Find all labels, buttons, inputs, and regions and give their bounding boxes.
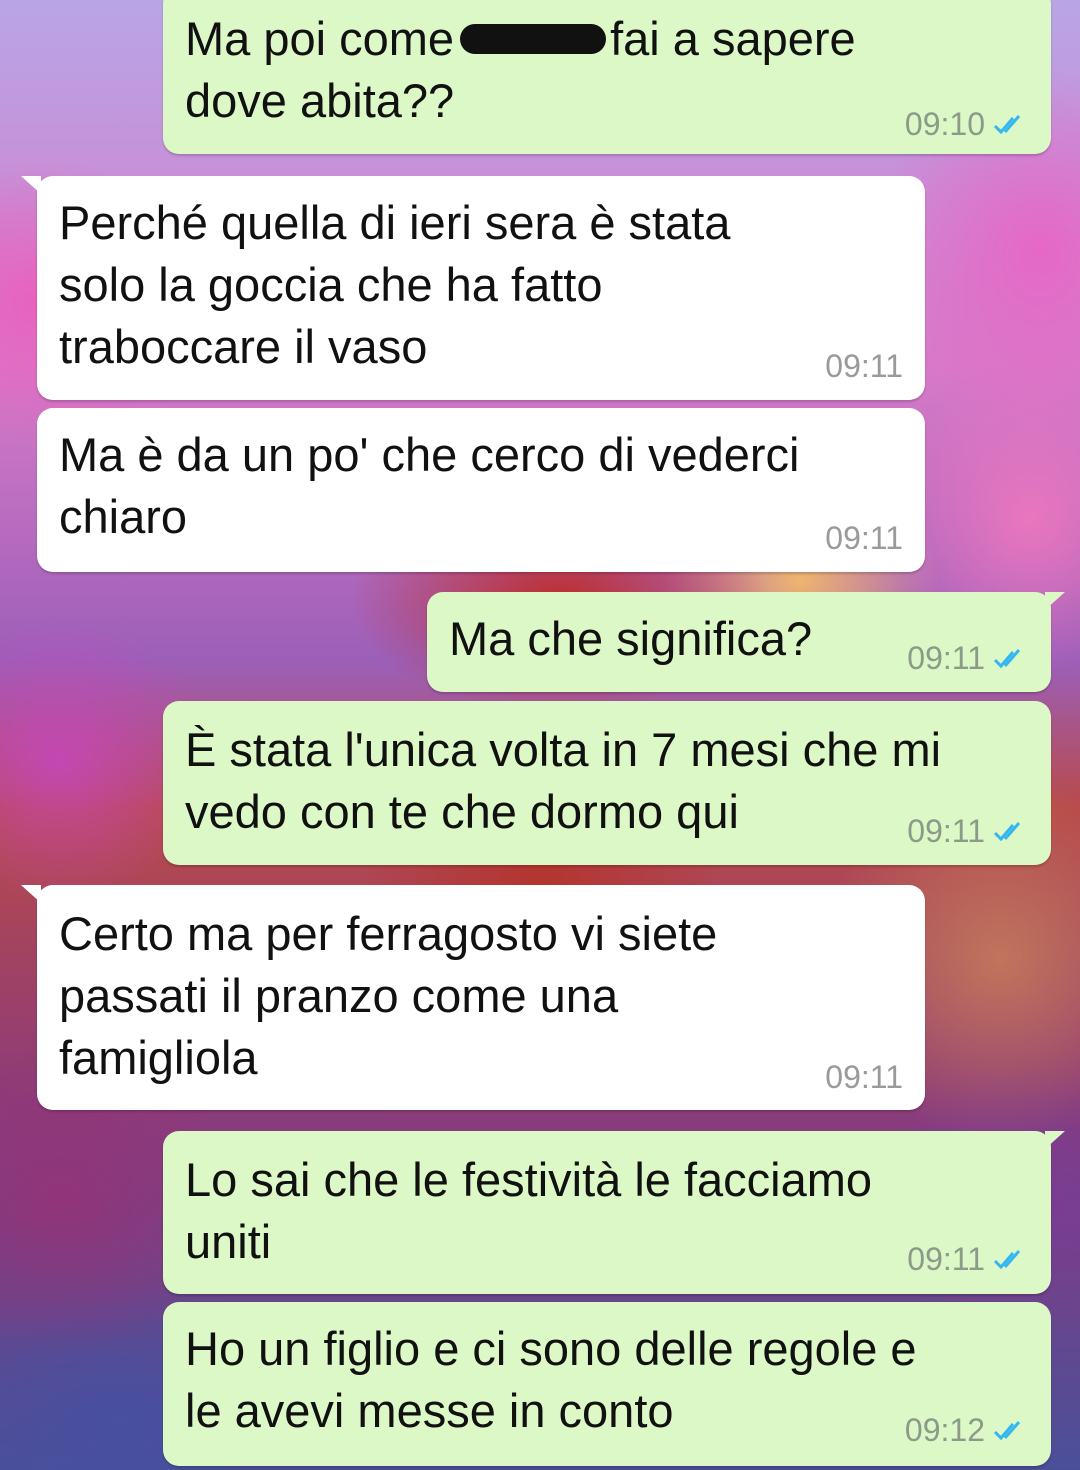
outgoing-message-bubble[interactable]: È stata l'unica volta in 7 mesi che mi v… xyxy=(163,701,1051,865)
message-meta: 09:11 xyxy=(907,1241,1029,1277)
incoming-message-bubble[interactable]: Ma è da un po' che cerco di vederci chia… xyxy=(37,408,925,572)
message-time: 09:11 xyxy=(907,640,985,676)
message-text: Lo sai che le festività le facciamo unit… xyxy=(185,1153,873,1268)
double-check-read-icon xyxy=(993,649,1021,669)
message-text: Ma che significa? xyxy=(449,612,813,665)
message-text: Certo ma per ferragosto vi siete passati… xyxy=(59,907,718,1084)
message-list[interactable]: Ma poi come fai a sapere dove abita?? 09:… xyxy=(0,0,1080,1470)
double-check-read-icon xyxy=(993,822,1021,842)
double-check-read-icon xyxy=(993,1421,1021,1441)
message-text: Ho un figlio e ci sono delle regole e le… xyxy=(185,1322,917,1437)
message-time: 09:12 xyxy=(904,1412,985,1448)
message-time: 09:10 xyxy=(904,106,985,142)
double-check-read-icon xyxy=(993,1250,1021,1270)
message-time: 09:11 xyxy=(825,1059,903,1095)
redaction-blot xyxy=(460,23,607,54)
message-meta: 09:12 xyxy=(905,1412,1029,1448)
message-text: Ma poi come fai a sapere xyxy=(185,8,856,70)
message-time: 09:11 xyxy=(907,1241,985,1277)
message-meta: 09:11 xyxy=(825,348,903,384)
message-meta: 09:11 xyxy=(825,1059,903,1095)
message-text: Perché quella di ieri sera è stata solo … xyxy=(59,196,731,373)
outgoing-message-bubble[interactable]: Ho un figlio e ci sono delle regole e le… xyxy=(163,1302,1051,1466)
message-text-line: dove abita?? xyxy=(185,74,455,127)
message-text-part: Ma poi come xyxy=(185,12,455,65)
incoming-message-bubble[interactable]: Perché quella di ieri sera è stata solo … xyxy=(21,176,925,400)
double-check-read-icon xyxy=(993,115,1021,135)
message-meta: 09:11 xyxy=(907,813,1029,849)
message-time: 09:11 xyxy=(907,813,985,849)
outgoing-message-bubble[interactable]: Lo sai che le festività le facciamo unit… xyxy=(163,1131,1065,1294)
outgoing-message-bubble[interactable]: Ma poi come fai a sapere dove abita?? 09:… xyxy=(163,0,1051,154)
message-time: 09:11 xyxy=(825,520,903,556)
message-text: È stata l'unica volta in 7 mesi che mi v… xyxy=(185,723,942,838)
message-meta: 09:10 xyxy=(905,106,1029,142)
message-meta: 09:11 xyxy=(825,520,903,556)
outgoing-message-bubble[interactable]: Ma che significa? 09:11 xyxy=(427,592,1065,692)
message-text: Ma è da un po' che cerco di vederci chia… xyxy=(59,428,800,543)
message-meta: 09:11 xyxy=(907,640,1029,676)
incoming-message-bubble[interactable]: Certo ma per ferragosto vi siete passati… xyxy=(21,885,925,1110)
message-time: 09:11 xyxy=(825,348,903,384)
message-text-part: fai a sapere xyxy=(610,12,856,65)
